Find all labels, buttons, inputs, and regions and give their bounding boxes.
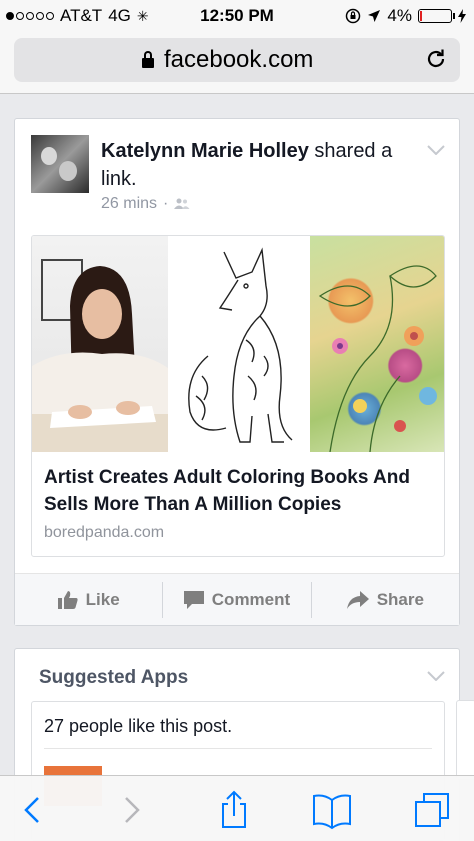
tabs-icon[interactable] bbox=[412, 790, 452, 830]
comment-button[interactable]: Comment bbox=[162, 581, 310, 618]
location-icon bbox=[368, 10, 381, 22]
post-time[interactable]: 26 mins bbox=[101, 195, 157, 213]
chevron-down-icon[interactable] bbox=[427, 145, 445, 155]
link-domain: boredpanda.com bbox=[44, 524, 165, 541]
share-arrow-icon bbox=[346, 590, 369, 609]
suggested-apps-title: Suggested Apps bbox=[39, 667, 189, 688]
divider bbox=[44, 748, 432, 749]
forward-icon[interactable] bbox=[110, 790, 150, 830]
battery-icon bbox=[418, 9, 455, 23]
link-preview-image[interactable] bbox=[32, 236, 444, 453]
status-bar: AT&T 4G ✳ 12:50 PM 4% bbox=[0, 0, 474, 32]
post-header: Katelynn Marie Holley shared a link. bbox=[101, 137, 411, 193]
back-icon[interactable] bbox=[14, 790, 54, 830]
comment-label: Comment bbox=[211, 589, 291, 609]
audience-friends-icon bbox=[174, 198, 190, 209]
reload-icon[interactable] bbox=[424, 47, 448, 71]
share-label: Share bbox=[376, 589, 424, 609]
charging-icon bbox=[458, 9, 466, 23]
browser-header: facebook.com bbox=[0, 32, 474, 94]
post-actions: Like Comment Share bbox=[15, 573, 459, 625]
url-text: facebook.com bbox=[164, 46, 314, 73]
share-icon[interactable] bbox=[214, 790, 254, 830]
chevron-down-icon[interactable] bbox=[427, 671, 445, 681]
app-likes-text: 27 people like this post. bbox=[44, 716, 233, 736]
fox-line-art bbox=[168, 236, 310, 452]
bookmarks-icon[interactable] bbox=[312, 790, 352, 830]
browser-toolbar bbox=[0, 775, 474, 841]
floral-coloring-page bbox=[310, 236, 444, 453]
status-right: 4% bbox=[345, 6, 466, 26]
meta-separator: · bbox=[163, 195, 169, 212]
author-name[interactable]: Katelynn Marie Holley bbox=[101, 140, 309, 162]
like-label: Like bbox=[85, 589, 120, 609]
link-title[interactable]: Artist Creates Adult Coloring Books And … bbox=[44, 464, 436, 518]
avatar[interactable] bbox=[31, 135, 89, 193]
post-meta: 26 mins · bbox=[101, 195, 190, 213]
news-feed-post: Katelynn Marie Holley shared a link. 26 … bbox=[14, 118, 460, 626]
rotation-lock-icon bbox=[346, 8, 361, 24]
share-button[interactable]: Share bbox=[310, 581, 459, 618]
thumbs-up-icon bbox=[57, 590, 78, 609]
artist-photo bbox=[32, 236, 168, 452]
battery-percent: 4% bbox=[387, 6, 412, 25]
comment-icon bbox=[183, 590, 204, 609]
lock-icon bbox=[142, 51, 154, 68]
link-preview[interactable]: Artist Creates Adult Coloring Books And … bbox=[31, 235, 445, 557]
like-button[interactable]: Like bbox=[15, 582, 162, 618]
next-app-unit[interactable] bbox=[456, 700, 474, 780]
address-bar[interactable]: facebook.com bbox=[14, 38, 460, 82]
